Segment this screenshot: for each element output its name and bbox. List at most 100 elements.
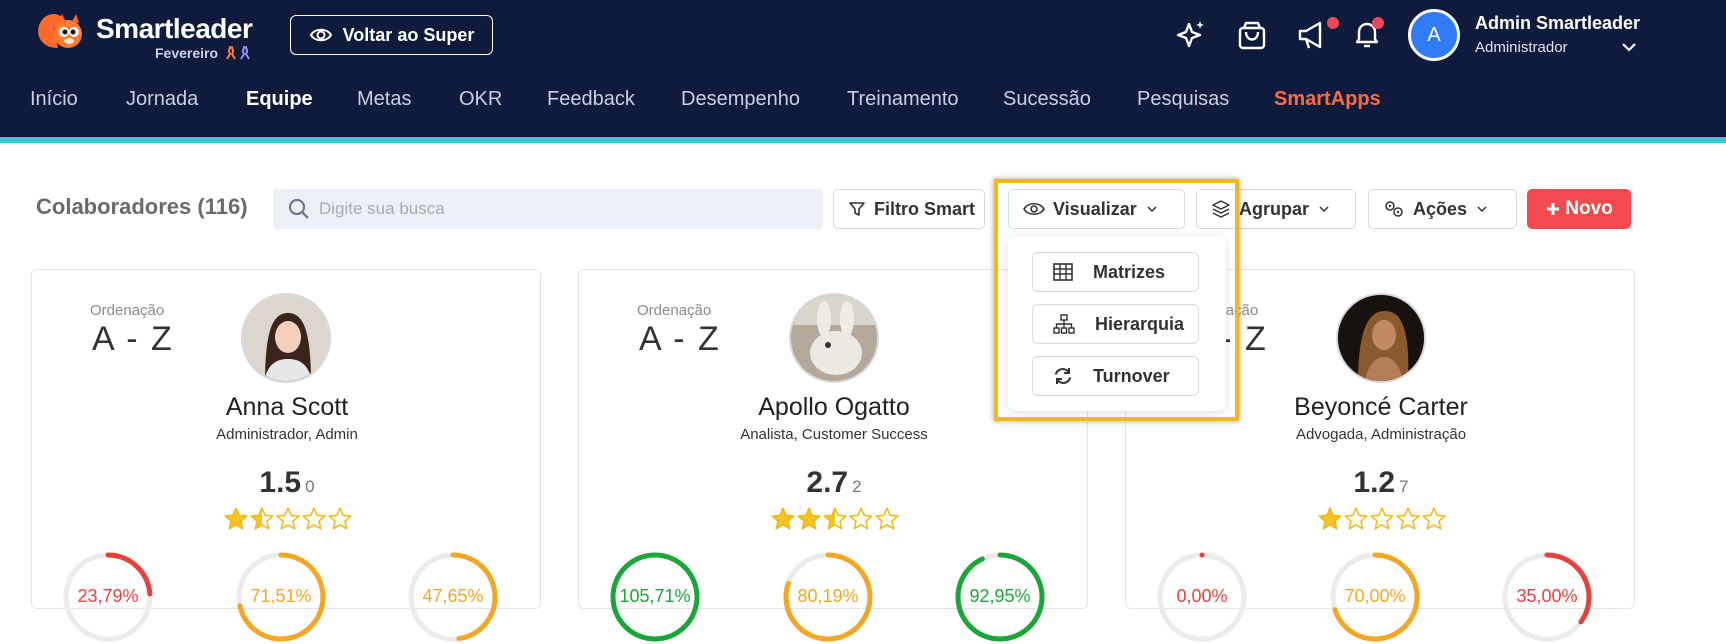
nav-item-smartapps[interactable]: SmartApps	[1274, 88, 1381, 111]
nav-item-desempenho[interactable]: Desempenho	[681, 88, 800, 111]
table-icon	[1053, 263, 1073, 281]
star-icon	[849, 507, 873, 530]
rating: 1.2 7	[1126, 466, 1636, 500]
star-icon	[250, 507, 274, 530]
star-icon	[276, 507, 300, 530]
nav-item-jornada[interactable]: Jornada	[126, 88, 198, 111]
star-rating	[770, 506, 900, 536]
chevron-down-icon	[1319, 206, 1329, 213]
view-label: Visualizar	[1053, 198, 1137, 219]
employee-card[interactable]: Ordenação A - Z Anna Scott Administrador…	[31, 269, 542, 642]
actions-button[interactable]: Ações	[1368, 189, 1517, 229]
chevron-down-icon[interactable]	[1620, 38, 1638, 56]
star-icon	[875, 507, 899, 530]
gauge-label: 92,95%	[969, 586, 1031, 606]
new-button[interactable]: Novo	[1527, 189, 1631, 229]
ordering-label: Ordenação	[637, 302, 712, 319]
nav-item-treinamento[interactable]: Treinamento	[847, 88, 959, 111]
employee-role: Administrador, Admin	[216, 426, 358, 443]
employee-name[interactable]: Anna Scott	[32, 393, 542, 422]
user-name[interactable]: Admin Smartleader	[1475, 13, 1640, 34]
awareness-ribbons-icon	[226, 46, 250, 60]
layers-icon	[1212, 200, 1230, 218]
brand-subtitle: Fevereiro	[155, 45, 219, 61]
rating-score: 1.2	[1353, 466, 1396, 499]
refresh-icon	[1054, 368, 1072, 384]
person-photo-icon	[243, 295, 329, 381]
menu-item-label: Matrizes	[1093, 261, 1166, 282]
view-button[interactable]: Visualizar	[1008, 189, 1185, 229]
menu-item-turnover[interactable]: Turnover	[1032, 356, 1199, 396]
ordering-value[interactable]: A - Z	[639, 320, 721, 359]
avatar[interactable]	[241, 293, 331, 383]
gauge-label: 105,71%	[619, 586, 691, 606]
smart-filter-button[interactable]: Filtro Smart	[833, 189, 985, 229]
employee-role: Analista, Customer Success	[740, 426, 928, 443]
nav-item-pesquisas[interactable]: Pesquisas	[1137, 88, 1229, 111]
plus-icon	[1547, 203, 1560, 215]
nav-item-equipe[interactable]: Equipe	[246, 88, 313, 111]
nav-item-feedback[interactable]: Feedback	[547, 88, 635, 111]
rating-count: 7	[1399, 477, 1409, 496]
sparkle-icon[interactable]	[1174, 18, 1208, 52]
nav-item-sucessao[interactable]: Sucessão	[1003, 88, 1091, 111]
star-icon	[771, 507, 795, 530]
actions-label: Ações	[1413, 198, 1468, 219]
chevron-down-icon	[1147, 206, 1157, 213]
employee-role: Advogada, Administração	[1295, 426, 1467, 443]
avatar[interactable]	[789, 293, 879, 383]
search-input[interactable]	[319, 189, 809, 229]
avatar[interactable]	[1336, 293, 1426, 383]
smart-filter-label: Filtro Smart	[874, 198, 976, 219]
rabbit-photo-icon	[791, 295, 877, 381]
chevron-down-icon	[1477, 206, 1487, 213]
squirrel-logo-icon[interactable]	[28, 8, 88, 54]
shopping-bag-icon[interactable]	[1235, 18, 1269, 52]
star-rating	[223, 506, 353, 536]
top-bar-accent-line	[0, 137, 1726, 143]
rating: 2.7 2	[579, 466, 1089, 500]
gauge-label: 35,00%	[1516, 586, 1578, 606]
star-icon	[823, 507, 847, 530]
nav-item-metas[interactable]: Metas	[357, 88, 411, 111]
gauge-label: 70,00%	[1344, 586, 1406, 606]
eye-scan-icon	[309, 28, 332, 42]
bell-notification-dot	[1372, 17, 1384, 29]
star-icon	[224, 507, 248, 530]
menu-item-matrizes[interactable]: Matrizes	[1032, 252, 1199, 292]
gears-icon	[1385, 201, 1403, 217]
new-label: Novo	[1565, 198, 1613, 219]
user-role: Administrador	[1475, 39, 1568, 56]
star-icon	[1422, 507, 1446, 530]
menu-item-label: Turnover	[1093, 365, 1170, 386]
nav-item-inicio[interactable]: Início	[30, 88, 78, 111]
menu-item-hierarquia[interactable]: Hierarquia	[1032, 304, 1199, 344]
group-button[interactable]: Agrupar	[1196, 189, 1356, 229]
hierarchy-icon	[1053, 314, 1075, 334]
nav-item-okr[interactable]: OKR	[459, 88, 502, 111]
gauge-label: 47,65%	[422, 586, 484, 606]
view-dropdown-menu: Matrizes Hierarquia Turnover	[1008, 236, 1226, 411]
top-bar	[0, 0, 1726, 137]
person-photo-icon	[1338, 295, 1424, 381]
star-icon	[1370, 507, 1394, 530]
megaphone-notification-dot	[1327, 17, 1339, 29]
back-to-super-button[interactable]: Voltar ao Super	[290, 15, 493, 55]
search-box[interactable]	[273, 189, 823, 229]
rating-count: 0	[305, 477, 315, 496]
rating-score: 1.5	[259, 466, 302, 499]
star-icon	[797, 507, 821, 530]
rating-count: 2	[852, 477, 862, 496]
filter-icon	[849, 202, 865, 216]
group-label: Agrupar	[1239, 198, 1310, 219]
user-avatar[interactable]: A	[1408, 9, 1460, 61]
gauge-label: 23,79%	[77, 586, 139, 606]
ordering-value[interactable]: A - Z	[92, 320, 174, 359]
gauge-label: 0,00%	[1176, 586, 1228, 606]
star-rating	[1317, 506, 1447, 536]
megaphone-icon[interactable]	[1296, 18, 1330, 52]
rating-score: 2.7	[806, 466, 849, 499]
ordering-label: Ordenação	[90, 302, 165, 319]
gauge-label: 80,19%	[797, 586, 859, 606]
brand-name[interactable]: Smartleader	[96, 13, 253, 45]
